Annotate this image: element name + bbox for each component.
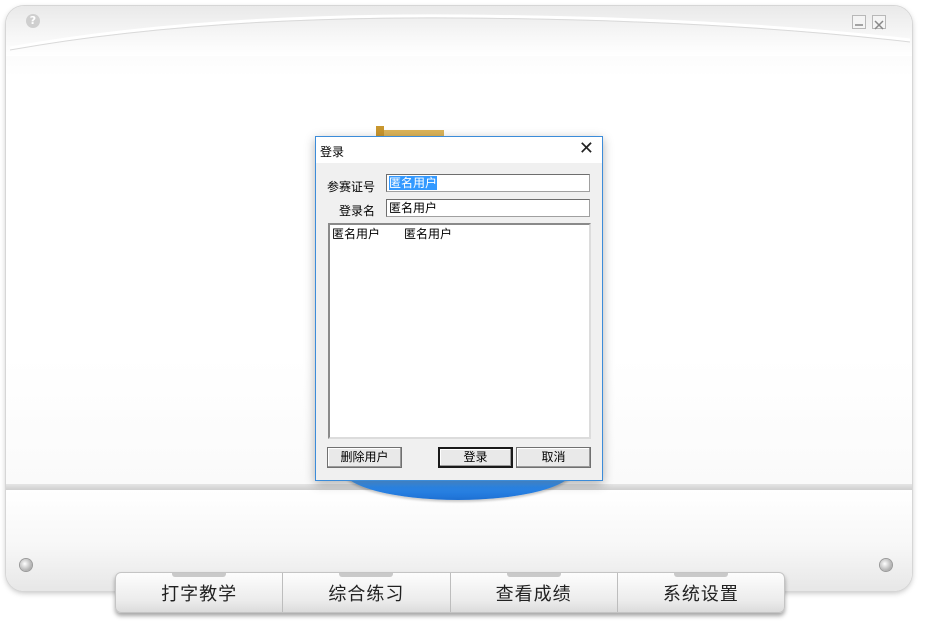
minimize-icon: [855, 24, 863, 26]
cancel-button[interactable]: 取消: [516, 447, 591, 468]
tab-comprehensive-practice[interactable]: 综合练习: [283, 573, 451, 612]
contest-id-value: 匿名用户: [389, 176, 438, 190]
help-icon[interactable]: ?: [26, 14, 40, 28]
close-icon: [874, 20, 884, 30]
list-item-name: 匿名用户: [404, 227, 453, 241]
tab-label: 综合练习: [328, 583, 405, 605]
tab-label: 打字教学: [161, 583, 238, 605]
tab-handle: [172, 573, 227, 577]
dialog-title: 登录: [320, 145, 345, 159]
minimize-button[interactable]: [852, 15, 866, 29]
dialog-close-icon[interactable]: ✕: [579, 140, 594, 158]
delete-user-button[interactable]: 删除用户: [327, 447, 402, 468]
tab-label: 系统设置: [662, 583, 739, 605]
user-list[interactable]: 匿名用户 匿名用户: [328, 223, 591, 439]
dialog-title-bar: 登录 ✕: [316, 137, 602, 163]
screw-right-icon: [880, 559, 892, 571]
login-name-value: 匿名用户: [389, 201, 438, 215]
tab-label: 查看成绩: [495, 583, 572, 605]
main-tab-bar: 打字教学 综合练习 查看成绩 系统设置: [115, 572, 785, 613]
screw-left-icon: [20, 559, 32, 571]
tab-handle: [506, 573, 561, 577]
list-item[interactable]: 匿名用户 匿名用户: [332, 225, 452, 242]
list-item-id: 匿名用户: [332, 227, 381, 241]
tab-system-settings[interactable]: 系统设置: [618, 573, 784, 612]
contest-id-field[interactable]: 匿名用户: [386, 174, 590, 192]
tab-view-scores[interactable]: 查看成绩: [451, 573, 618, 612]
login-dialog: 登录 ✕ 参赛证号 匿名用户 登录名 匿名用户 匿名用户 匿名用户 删除用户 登…: [315, 136, 603, 481]
tab-typing-tutorial[interactable]: 打字教学: [116, 573, 284, 612]
login-button[interactable]: 登录: [438, 447, 513, 468]
contest-id-label: 参赛证号: [327, 180, 376, 194]
login-name-field[interactable]: 匿名用户: [386, 199, 590, 217]
login-name-label: 登录名: [339, 204, 376, 218]
tab-handle: [673, 573, 728, 577]
header-curve: [9, 14, 911, 51]
close-button[interactable]: [872, 15, 886, 30]
tab-handle: [339, 573, 394, 577]
